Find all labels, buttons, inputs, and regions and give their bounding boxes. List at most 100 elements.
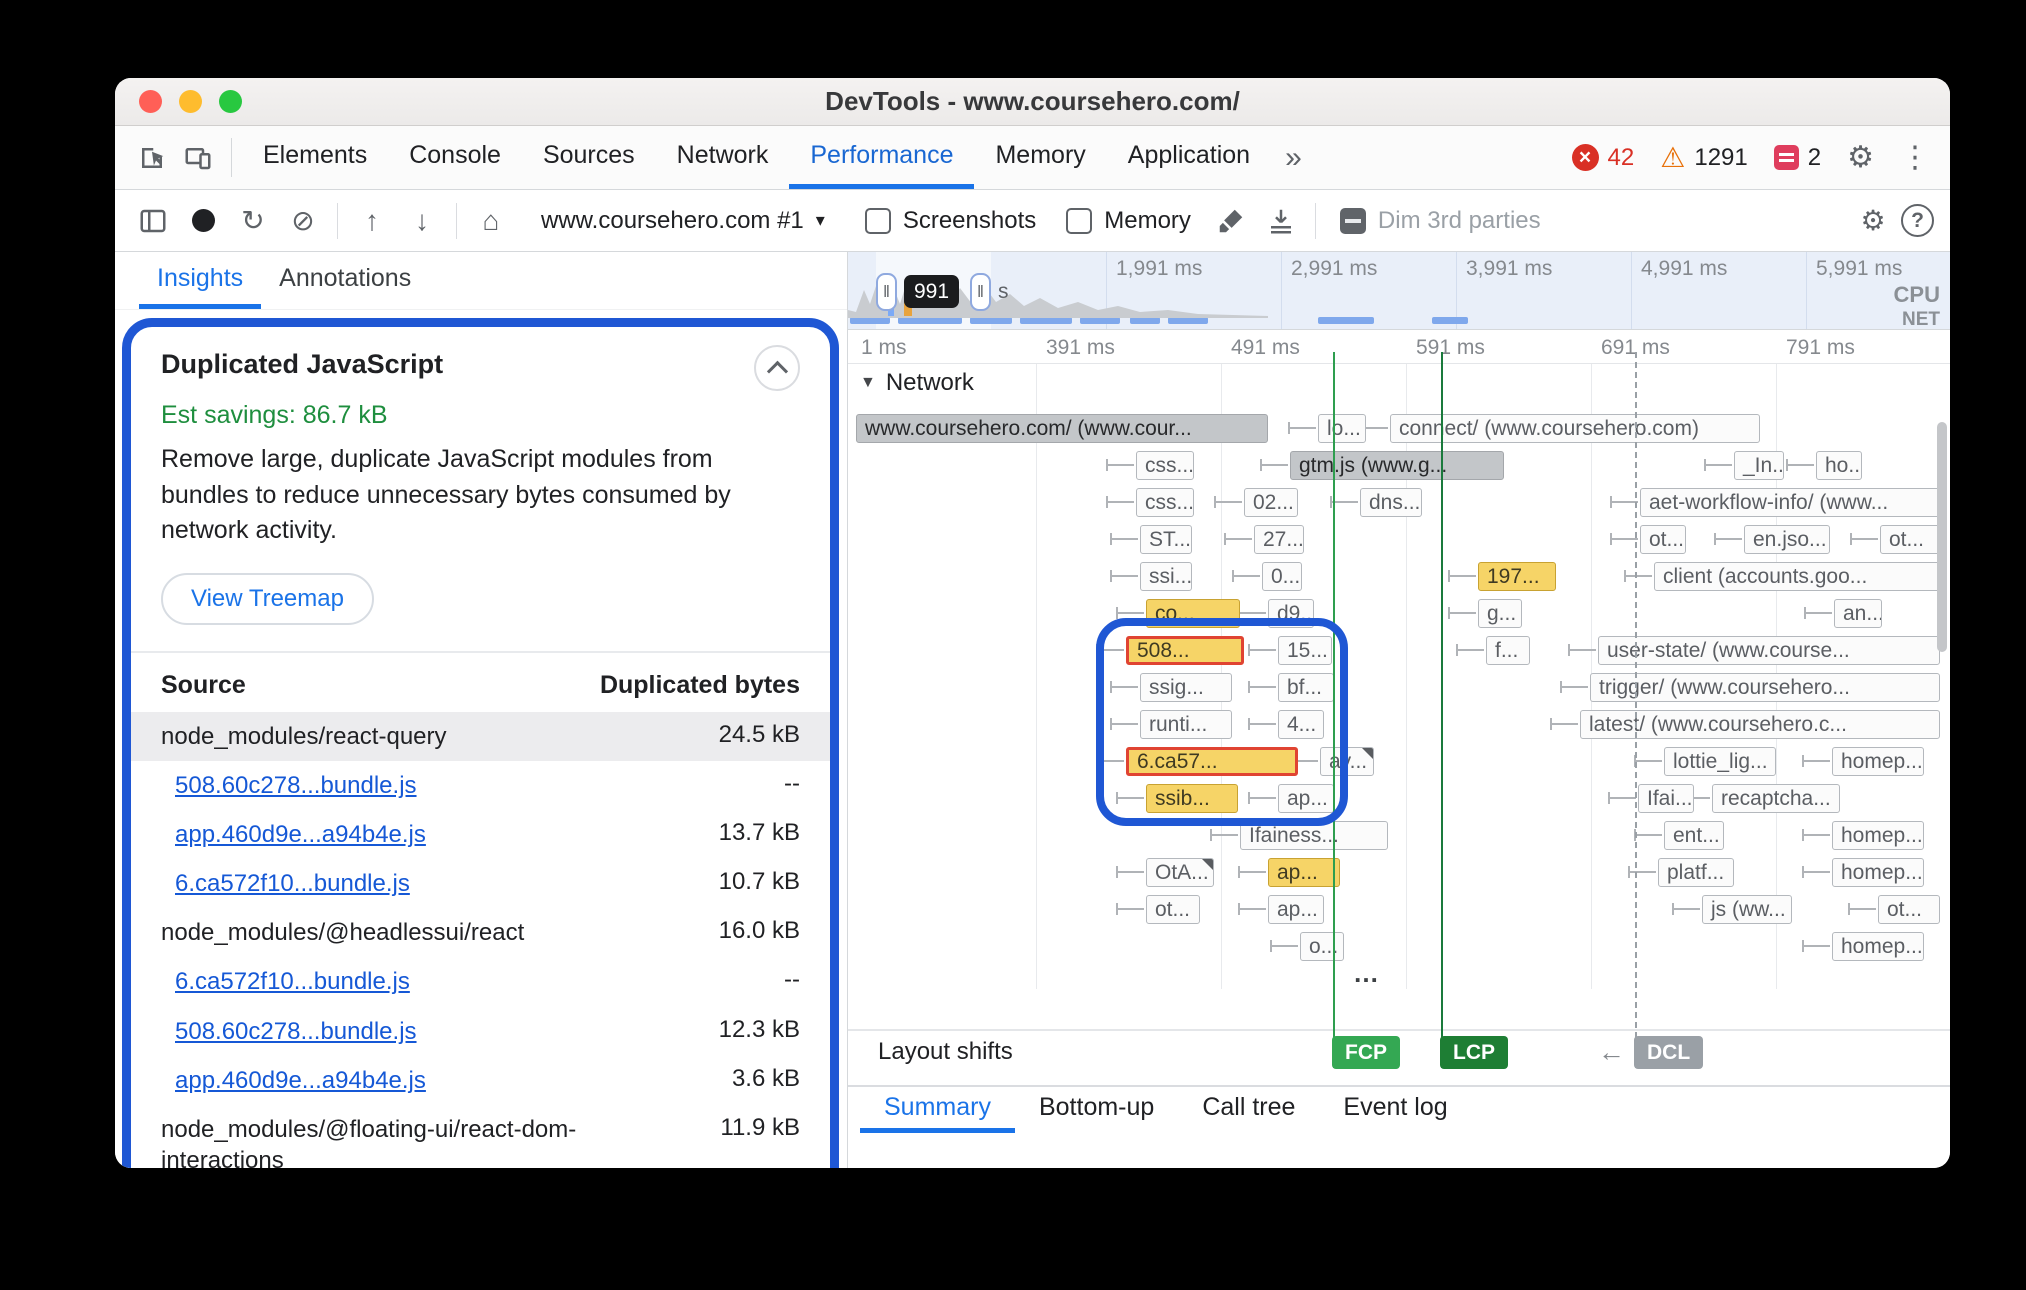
network-track-header[interactable]: ▼ Network bbox=[848, 364, 1950, 402]
device-toolbar-icon[interactable] bbox=[175, 126, 221, 189]
insight-source-row[interactable]: 6.ca572f10...bundle.js10.7 kB bbox=[131, 859, 830, 908]
screenshots-checkbox[interactable]: Screenshots bbox=[865, 207, 1036, 235]
network-request-bar[interactable]: f... bbox=[1486, 636, 1530, 665]
insight-source-row[interactable]: 508.60c278...bundle.js-- bbox=[131, 761, 830, 810]
load-profile-button[interactable]: ↑ bbox=[350, 199, 394, 243]
network-request-bar[interactable]: platf... bbox=[1658, 858, 1734, 887]
close-window-button[interactable] bbox=[139, 90, 162, 113]
tab-network[interactable]: Network bbox=[656, 126, 790, 189]
network-request-bar[interactable]: 0... bbox=[1262, 562, 1302, 591]
network-request-bar[interactable]: ssi... bbox=[1140, 562, 1192, 591]
record-button[interactable] bbox=[181, 199, 225, 243]
tab-application[interactable]: Application bbox=[1107, 126, 1271, 189]
network-request-bar[interactable]: ay... bbox=[1320, 747, 1374, 776]
network-request-bar[interactable]: 6.ca57... bbox=[1126, 747, 1298, 776]
collect-garbage-icon[interactable] bbox=[1259, 199, 1303, 243]
console-errors-badge[interactable]: ×42 bbox=[1572, 144, 1635, 172]
insight-source-row[interactable]: 6.ca572f10...bundle.js-- bbox=[131, 957, 830, 1006]
network-request-bar[interactable]: 15... bbox=[1278, 636, 1332, 665]
network-request-bar[interactable]: ot... bbox=[1880, 525, 1940, 554]
source-link[interactable]: 6.ca572f10...bundle.js bbox=[161, 868, 410, 899]
save-profile-button[interactable]: ↓ bbox=[400, 199, 444, 243]
network-request-bar[interactable]: gtm.js (www.g... bbox=[1290, 451, 1504, 480]
insight-source-row[interactable]: app.460d9e...a94b4e.js13.7 kB bbox=[131, 810, 830, 859]
network-request-bar[interactable]: en.jso... bbox=[1744, 525, 1830, 554]
network-request-bar[interactable]: trigger/ (www.coursehero... bbox=[1590, 673, 1940, 702]
source-link[interactable]: 508.60c278...bundle.js bbox=[161, 770, 417, 801]
zoom-window-button[interactable] bbox=[219, 90, 242, 113]
source-link[interactable]: 6.ca572f10...bundle.js bbox=[161, 966, 410, 997]
minimize-window-button[interactable] bbox=[179, 90, 202, 113]
insight-source-row[interactable]: 508.60c278...bundle.js12.3 kB bbox=[131, 1007, 830, 1056]
network-request-bar[interactable]: homep... bbox=[1832, 858, 1924, 887]
sidebar-tab-insights[interactable]: Insights bbox=[139, 252, 261, 309]
network-request-bar[interactable]: ho... bbox=[1816, 451, 1862, 480]
network-request-bar[interactable]: www.coursehero.com/ (www.cour... bbox=[856, 414, 1268, 443]
bottom-tab-event-log[interactable]: Event log bbox=[1319, 1087, 1471, 1133]
cleanup-brush-icon[interactable] bbox=[1209, 199, 1253, 243]
timeline-overview[interactable]: ‖ 991 ‖ s CPU NET 1,991 ms2,991 ms3,991 … bbox=[848, 252, 1950, 330]
network-request-bar[interactable]: an... bbox=[1834, 599, 1882, 628]
trace-window-left-handle[interactable]: ‖ bbox=[876, 273, 897, 311]
memory-checkbox[interactable]: Memory bbox=[1066, 207, 1191, 235]
network-request-bar[interactable]: Ifai... bbox=[1638, 784, 1694, 813]
network-request-bar[interactable]: ot... bbox=[1640, 525, 1686, 554]
network-request-bar[interactable]: OtA... bbox=[1146, 858, 1214, 887]
help-icon[interactable]: ? bbox=[1901, 204, 1934, 237]
capture-settings-gear-icon[interactable]: ⚙ bbox=[1851, 199, 1895, 243]
network-request-bar[interactable]: 197... bbox=[1478, 562, 1556, 591]
vertical-scrollbar[interactable] bbox=[1937, 422, 1947, 652]
tab-sources[interactable]: Sources bbox=[522, 126, 656, 189]
tab-elements[interactable]: Elements bbox=[242, 126, 388, 189]
network-request-bar[interactable]: lo... bbox=[1318, 414, 1366, 443]
reload-and-record-button[interactable]: ↻ bbox=[231, 199, 275, 243]
network-request-bar[interactable]: ST... bbox=[1140, 525, 1192, 554]
network-request-bar[interactable]: 02... bbox=[1244, 488, 1298, 517]
bottom-tab-summary[interactable]: Summary bbox=[860, 1087, 1015, 1133]
network-request-bar[interactable]: 27... bbox=[1254, 525, 1304, 554]
network-request-bar[interactable]: user-state/ (www.course... bbox=[1598, 636, 1940, 665]
network-request-bar[interactable]: ot... bbox=[1878, 895, 1940, 924]
kebab-menu-icon[interactable]: ⋮ bbox=[1900, 140, 1930, 175]
target-selector-dropdown[interactable]: www.coursehero.com #1 ▾ bbox=[529, 199, 837, 243]
network-request-bar[interactable]: homep... bbox=[1832, 747, 1924, 776]
network-request-bar[interactable]: ssib... bbox=[1146, 784, 1238, 813]
network-request-bar[interactable]: _In... bbox=[1734, 451, 1784, 480]
source-link[interactable]: app.460d9e...a94b4e.js bbox=[161, 1065, 426, 1096]
collapse-insight-button[interactable] bbox=[754, 345, 800, 391]
network-request-bar[interactable]: dns... bbox=[1360, 488, 1422, 517]
source-link[interactable]: 508.60c278...bundle.js bbox=[161, 1016, 417, 1047]
network-request-bar[interactable]: ot... bbox=[1146, 895, 1200, 924]
more-tabs-button[interactable]: » bbox=[1271, 126, 1316, 189]
toggle-sidebar-icon[interactable] bbox=[131, 199, 175, 243]
network-request-bar[interactable]: connect/ (www.coursehero.com) bbox=[1390, 414, 1760, 443]
network-request-bar[interactable]: 4... bbox=[1278, 710, 1324, 739]
console-warnings-badge[interactable]: ⚠1291 bbox=[1660, 144, 1748, 172]
layout-shifts-track[interactable]: Layout shifts FCPLCP←DCL bbox=[848, 1029, 1950, 1073]
source-link[interactable]: app.460d9e...a94b4e.js bbox=[161, 819, 426, 850]
network-request-bar[interactable]: latest/ (www.coursehero.c... bbox=[1580, 710, 1940, 739]
network-request-bar[interactable]: co... bbox=[1146, 599, 1240, 628]
network-request-bar[interactable]: bf... bbox=[1278, 673, 1334, 702]
tab-console[interactable]: Console bbox=[388, 126, 522, 189]
bottom-tab-call-tree[interactable]: Call tree bbox=[1178, 1087, 1319, 1133]
network-request-bar[interactable]: client (accounts.goo... bbox=[1654, 562, 1940, 591]
network-request-bar[interactable]: ap... bbox=[1268, 895, 1324, 924]
network-request-bar[interactable]: recaptcha... bbox=[1712, 784, 1840, 813]
network-request-bar[interactable]: aet-workflow-info/ (www... bbox=[1640, 488, 1940, 517]
network-request-bar[interactable]: ssig... bbox=[1140, 673, 1232, 702]
settings-gear-icon[interactable]: ⚙ bbox=[1847, 140, 1874, 175]
sidebar-tab-annotations[interactable]: Annotations bbox=[261, 252, 429, 309]
tab-memory[interactable]: Memory bbox=[974, 126, 1106, 189]
dim-3rd-parties-toggle[interactable]: Dim 3rd parties bbox=[1340, 207, 1541, 235]
network-request-bar[interactable]: d9... bbox=[1268, 599, 1314, 628]
network-request-bar[interactable]: homep... bbox=[1832, 821, 1924, 850]
clear-button[interactable]: ⊘ bbox=[281, 199, 325, 243]
network-request-bar[interactable]: css... bbox=[1136, 451, 1194, 480]
inspect-element-icon[interactable] bbox=[129, 126, 175, 189]
network-request-bar[interactable]: Ifainess... bbox=[1240, 821, 1388, 850]
bottom-tab-bottom-up[interactable]: Bottom-up bbox=[1015, 1087, 1178, 1133]
network-request-bar[interactable]: css... bbox=[1136, 488, 1194, 517]
network-request-bar[interactable]: lottie_lig... bbox=[1664, 747, 1776, 776]
issues-badge[interactable]: 2 bbox=[1774, 144, 1821, 172]
